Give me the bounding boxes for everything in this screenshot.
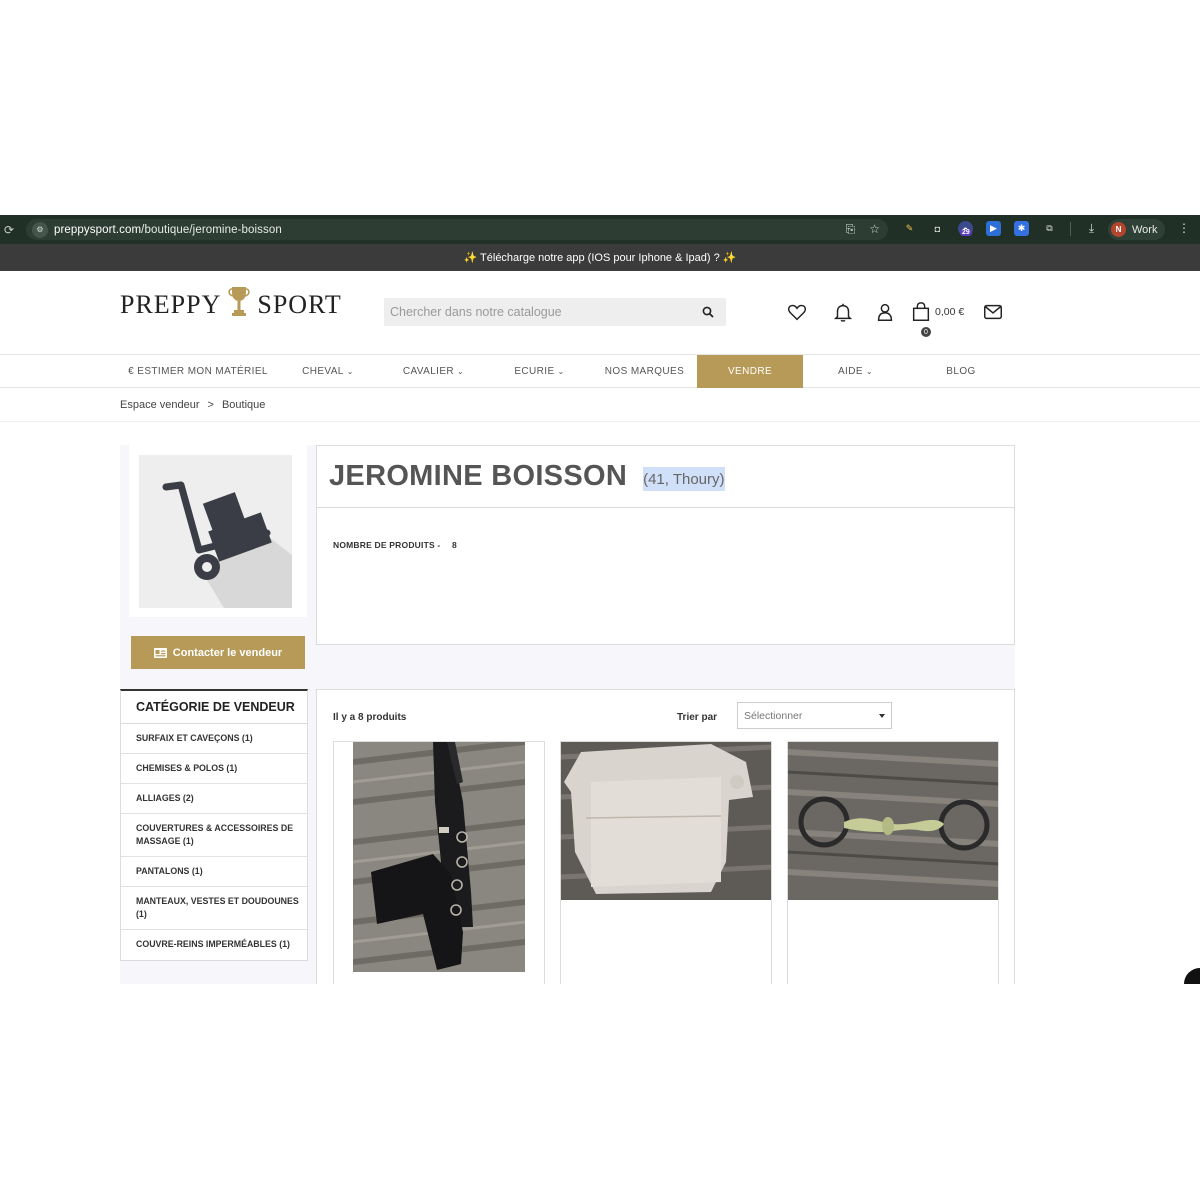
product-count-value: 8 [451, 540, 457, 550]
sort-select-value: Sélectionner [744, 709, 803, 722]
heart-icon[interactable] [786, 301, 808, 323]
trophy-icon [228, 287, 251, 316]
nav-item-vendre[interactable]: VENDRE [697, 355, 803, 388]
contact-seller-button[interactable]: Contacter le vendeur [131, 636, 305, 669]
seller-name: JEROMINE BOISSON [329, 460, 628, 492]
nav-item-estimer[interactable]: € ESTIMER MON MATÉRIEL [120, 355, 276, 388]
loose-ring-bit-photo [788, 742, 998, 900]
extension-count-badge: 29 [960, 229, 972, 236]
products-panel: Il y a 8 produits Trier par Sélectionner [316, 689, 1015, 984]
avatar: N [1111, 222, 1126, 237]
nav-item-cavalier[interactable]: CAVALIER ⌄ [380, 355, 487, 388]
product-image-shirt[interactable] [561, 742, 771, 900]
breadcrumb-boutique[interactable]: Boutique [222, 399, 265, 411]
browser-menu-icon[interactable]: ⋮ [1178, 221, 1190, 235]
hand-truck-icon [162, 481, 292, 608]
black-fleece-boots-photo [353, 742, 525, 972]
seller-location: (41, Thoury) [643, 466, 725, 491]
site-header: PREPPY SPORT Chercher dans notre catalog… [0, 271, 1200, 355]
cart-amount: 0,00 € [935, 306, 965, 318]
shopping-bag-icon [912, 302, 930, 321]
main-nav: € ESTIMER MON MATÉRIEL CHEVAL ⌄ CAVALIER ⌄… [0, 355, 1200, 388]
promo-banner[interactable]: ✨ Télécharge notre app (IOS pour Iphone … [0, 244, 1200, 271]
pen-extension-icon[interactable]: ✎ [902, 221, 917, 236]
nav-item-cheval[interactable]: CHEVAL ⌄ [276, 355, 380, 388]
seller-avatar [139, 455, 292, 608]
seller-image-box [129, 445, 307, 617]
seller-categories: CATÉGORIE DE VENDEUR SURFAIX ET CAVEÇONS… [120, 689, 308, 961]
nav-item-blog[interactable]: BLOG [908, 355, 1014, 388]
cart-button[interactable]: 0,00 € [910, 301, 964, 323]
caret-down-icon [879, 714, 885, 718]
logo-text-right: SPORT [257, 290, 342, 319]
category-item-alliages[interactable]: ALLIAGES (2) [121, 784, 307, 814]
search-bar [384, 298, 726, 326]
screenshot-area: ⟳ ⚙ preppysport.com/boutique/jeromine-bo… [0, 215, 1200, 984]
product-card[interactable] [787, 741, 999, 984]
site-info-icon[interactable]: ⚙ [32, 221, 48, 238]
nav-item-aide[interactable]: AIDE ⌄ [803, 355, 908, 388]
seller-info-card: JEROMINE BOISSON (41, Thoury) NOMBRE DE … [316, 445, 1015, 645]
gear-extension-icon[interactable]: ✱ [1014, 221, 1029, 236]
product-card[interactable] [333, 741, 545, 984]
mail-icon[interactable] [982, 301, 1004, 323]
address-bar[interactable]: ⚙ preppysport.com/boutique/jeromine-bois… [26, 219, 888, 240]
profile-button[interactable]: N Work [1108, 219, 1166, 240]
url-path: /boutique/jeromine-boisson [141, 223, 282, 236]
categories-title: CATÉGORIE DE VENDEUR [121, 691, 307, 724]
product-image-boots[interactable] [353, 742, 525, 972]
sort-label: Trier par [677, 712, 718, 723]
breadcrumb: Espace vendeur > Boutique [0, 389, 1200, 422]
product-card[interactable] [560, 741, 772, 984]
contact-card-icon [153, 647, 167, 658]
sort-select[interactable]: Sélectionner [737, 702, 892, 729]
white-shirt-photo [561, 742, 771, 900]
category-item-couvertures[interactable]: COUVERTURES & ACCESSOIRES DE MASSAGE (1) [121, 814, 307, 857]
site-logo[interactable]: PREPPY SPORT [120, 287, 342, 322]
category-item-manteaux[interactable]: MANTEAUX, VESTES ET DOUDOUNES (1) [121, 887, 307, 930]
chevron-down-icon: ⌄ [457, 367, 465, 376]
nav-item-nos-marques[interactable]: NOS MARQUES [592, 355, 697, 388]
contact-seller-label: Contacter le vendeur [172, 646, 283, 659]
bell-icon[interactable] [832, 301, 854, 323]
url-text[interactable]: preppysport.com/boutique/jeromine-boisso… [54, 224, 282, 236]
install-app-icon[interactable]: ⎘ [846, 222, 856, 237]
product-count-label: NOMBRE DE PRODUITS - [333, 540, 441, 550]
reload-icon[interactable]: ⟳ [2, 223, 16, 237]
profile-label: Work [1132, 223, 1158, 236]
cart-count-badge: 0 [921, 327, 931, 337]
breadcrumb-espace-vendeur[interactable]: Espace vendeur [120, 399, 200, 411]
camera-extension-icon[interactable]: ◘ [930, 221, 945, 236]
download-icon[interactable]: ⤓ [1084, 221, 1099, 236]
url-host: preppysport.com [54, 223, 142, 236]
browser-toolbar: ⟳ ⚙ preppysport.com/boutique/jeromine-bo… [0, 215, 1200, 244]
breadcrumb-separator: > [207, 399, 214, 411]
window-corner [1184, 968, 1200, 984]
category-item-couvre-reins[interactable]: COUVRE-REINS IMPERMÉABLES (1) [121, 930, 307, 960]
puzzle-extensions-icon[interactable]: ⧉ [1042, 221, 1057, 236]
logo-text-left: PREPPY [120, 290, 222, 319]
search-icon[interactable] [702, 306, 714, 318]
category-item-chemises[interactable]: CHEMISES & POLOS (1) [121, 754, 307, 784]
product-image-bit[interactable] [788, 742, 998, 900]
category-item-surfaix[interactable]: SURFAIX ET CAVEÇONS (1) [121, 724, 307, 754]
product-count-row: NOMBRE DE PRODUITS - 8 [333, 540, 457, 550]
bookmark-star-icon[interactable]: ☆ [869, 222, 880, 237]
nav-item-ecurie[interactable]: ECURIE ⌄ [487, 355, 592, 388]
chevron-down-icon: ⌄ [557, 367, 565, 376]
chevron-down-icon: ⌄ [865, 367, 874, 376]
chevron-down-icon: ⌄ [346, 367, 354, 376]
user-icon[interactable] [874, 301, 896, 323]
header-actions: 0,00 € [786, 301, 1004, 323]
category-item-pantalons[interactable]: PANTALONS (1) [121, 857, 307, 887]
search-input[interactable] [384, 298, 684, 326]
seller-name-row: JEROMINE BOISSON (41, Thoury) [317, 446, 1014, 508]
promo-text: ✨ Télécharge notre app (IOS pour Iphone … [463, 252, 737, 264]
toolbar-separator [1070, 221, 1071, 236]
play-extension-icon[interactable]: ▶ [986, 221, 1001, 236]
products-count: Il y a 8 produits [333, 712, 407, 723]
